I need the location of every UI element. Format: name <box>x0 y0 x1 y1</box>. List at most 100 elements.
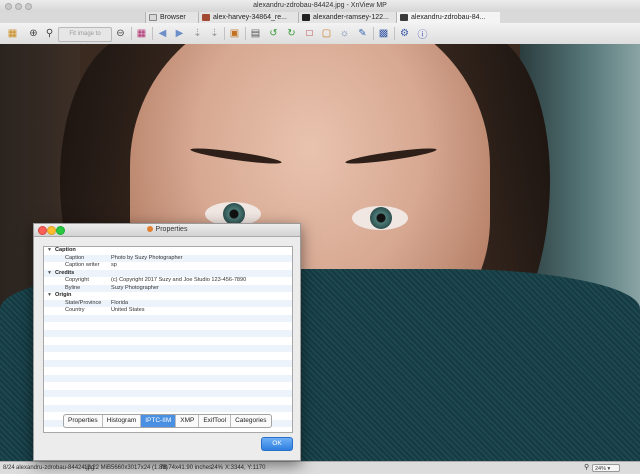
arrow-left-icon[interactable]: ◀ <box>155 26 170 41</box>
collapse-arrow-icon[interactable]: ▼ <box>47 292 52 300</box>
metadata-tree[interactable]: ▼ Caption Caption Photo by Suzy Photographe… <box>43 246 293 433</box>
tab-label: alexander-ramsey-122... <box>313 14 389 21</box>
edit-icon[interactable]: ✎ <box>355 26 370 41</box>
dialog-tab-xmp[interactable]: XMP <box>176 415 200 427</box>
dialog-tab-iptc-iim[interactable]: IPTC-IIM <box>141 415 177 427</box>
zoom-select[interactable]: 24% ▾ <box>592 464 620 472</box>
tree-section-label: Caption <box>55 247 76 253</box>
fullscreen-icon[interactable]: ▤ <box>248 26 263 41</box>
adjust-icon[interactable]: ☼ <box>337 26 352 41</box>
dialog-tab-properties[interactable]: Properties <box>64 415 103 427</box>
tree-item-row: State/Province Florida <box>44 299 292 307</box>
zoom-out-icon[interactable]: ⊖ <box>113 26 128 41</box>
image-thumbnail-icon <box>202 14 210 21</box>
tree-item-value: (c) Copyright 2017 Suzy and Joe Studio 1… <box>111 277 247 283</box>
tree-section-row: ▼ Caption <box>44 247 292 255</box>
tree-item-value: Photo by Suzy Photographer <box>111 254 183 261</box>
tree-empty-row <box>44 352 292 360</box>
collapse-arrow-icon[interactable]: ▼ <box>47 270 52 278</box>
tree-item-key: Caption writer <box>65 262 100 268</box>
tree-section-label: Credits <box>55 269 75 276</box>
tab-image-alexander-ramsey[interactable]: alexander-ramsey-122... <box>298 12 396 23</box>
rotate-right-icon[interactable]: ↻ <box>284 26 299 41</box>
tree-item-value: Florida <box>111 299 129 306</box>
tree-item-row: Caption writer sp <box>44 262 292 270</box>
tree-empty-row <box>44 404 292 412</box>
dialog-titlebar: Properties <box>34 224 300 237</box>
tree-empty-row <box>44 344 292 352</box>
tab-image-alex-harvey[interactable]: alex-harvey-34864_re... <box>198 12 298 23</box>
tree-item-value: United States <box>111 307 145 313</box>
dialog-tab-histogram[interactable]: Histogram <box>103 415 142 427</box>
resize-icon[interactable]: ▢ <box>319 26 334 41</box>
image-thumbnail-icon <box>400 14 408 21</box>
tree-empty-row <box>44 337 292 345</box>
tree-item-key: Copyright <box>65 277 89 283</box>
tree-empty-row <box>44 329 292 337</box>
crop-icon[interactable]: □ <box>302 26 317 41</box>
toolbar-separator <box>373 27 374 40</box>
toolbar-separator <box>131 27 132 40</box>
properties-icon <box>146 226 153 232</box>
fit-image-to-window-button[interactable]: Fit image to window <box>58 27 112 50</box>
status-print-size: 78.74x41.90 inches <box>160 465 213 471</box>
tree-empty-row <box>44 314 292 322</box>
tree-empty-row <box>44 382 292 390</box>
toolbar-separator <box>224 27 225 40</box>
tree-item-value: sp <box>111 262 117 268</box>
grid-icon[interactable]: ▦ <box>134 26 149 41</box>
fullscreen-expand-icon[interactable]: ▩ <box>376 26 391 41</box>
browse-icon[interactable]: ▦ <box>5 26 20 41</box>
tab-label: alexandru-zdrobau-84... <box>411 14 486 21</box>
tree-empty-row <box>44 397 292 405</box>
tree-item-value: Suzy Photographer <box>111 284 159 291</box>
status-filesize: 12.22 MiB <box>84 465 112 471</box>
dialog-tab-exiftool[interactable]: ExifTool <box>199 415 232 427</box>
tab-label: Browser <box>160 14 186 21</box>
window-title: alexandru-zdrobau-84424.jpg - XnView MP <box>253 2 387 9</box>
zoom-select-value: 24% <box>595 466 607 472</box>
down-icon[interactable]: ⇣ <box>190 26 205 41</box>
zoom-in-icon[interactable]: ⊕ <box>26 26 41 41</box>
tree-section-row: ▼ Origin <box>44 292 292 300</box>
tree-item-key: State/Province <box>65 299 102 306</box>
tab-browser[interactable]: Browser <box>145 12 198 23</box>
tree-item-key: Country <box>65 307 85 313</box>
dialog-tabs: Properties Histogram IPTC-IIM XMP ExifTool Ca… <box>63 414 272 428</box>
tree-item-row: Caption Photo by Suzy Photographer <box>44 254 292 262</box>
collapse-arrow-icon[interactable]: ▼ <box>47 247 52 255</box>
tree-empty-row <box>44 374 292 382</box>
down-alt-icon[interactable]: ⇣ <box>207 26 222 41</box>
toolbar-separator <box>152 27 153 40</box>
toolbar: ▦ ⊕ ⚲ Fit image to window ⊖ ▦ ◀ ▶ ⇣ ⇣ ▣ … <box>0 23 640 50</box>
rotate-left-icon[interactable]: ↺ <box>266 26 281 41</box>
tab-label: alex-harvey-34864_re... <box>213 14 287 21</box>
tree-item-row: Byline Suzy Photographer <box>44 284 292 292</box>
photo-eye-right <box>352 206 408 230</box>
dialog-title: Properties <box>34 226 300 233</box>
tree-item-key: Caption <box>65 254 85 261</box>
settings-icon[interactable]: ⚙ <box>397 26 412 41</box>
tab-image-alexandru-zdrobau[interactable]: alexandru-zdrobau-84... <box>396 12 500 23</box>
info-icon[interactable]: ⓘ <box>415 26 430 41</box>
status-coords: X:3344, Y:1170 <box>225 465 266 471</box>
tree-empty-row <box>44 367 292 375</box>
dialog-tab-categories[interactable]: Categories <box>231 415 270 427</box>
slideshow-icon[interactable]: ▣ <box>227 26 242 41</box>
tree-item-row: Country United States <box>44 307 292 315</box>
toolbar-separator <box>245 27 246 40</box>
tree-empty-row <box>44 389 292 397</box>
arrow-right-icon[interactable]: ▶ <box>172 26 187 41</box>
tree-empty-row <box>44 322 292 330</box>
status-index: 8/24 <box>3 465 15 471</box>
zoom-search-icon: ⚲ <box>584 464 590 471</box>
ok-button[interactable]: OK <box>261 437 293 451</box>
tree-item-row: Copyright (c) Copyright 2017 Suzy and Joe… <box>44 277 292 285</box>
browser-icon <box>149 14 157 21</box>
toolbar-separator <box>394 27 395 40</box>
tree-section-label: Origin <box>55 292 72 298</box>
zoom-search-icon[interactable]: ⚲ <box>42 26 57 41</box>
tree-item-key: Byline <box>65 284 81 291</box>
dialog-title-text: Properties <box>155 226 188 233</box>
tree-empty-row <box>44 359 292 367</box>
